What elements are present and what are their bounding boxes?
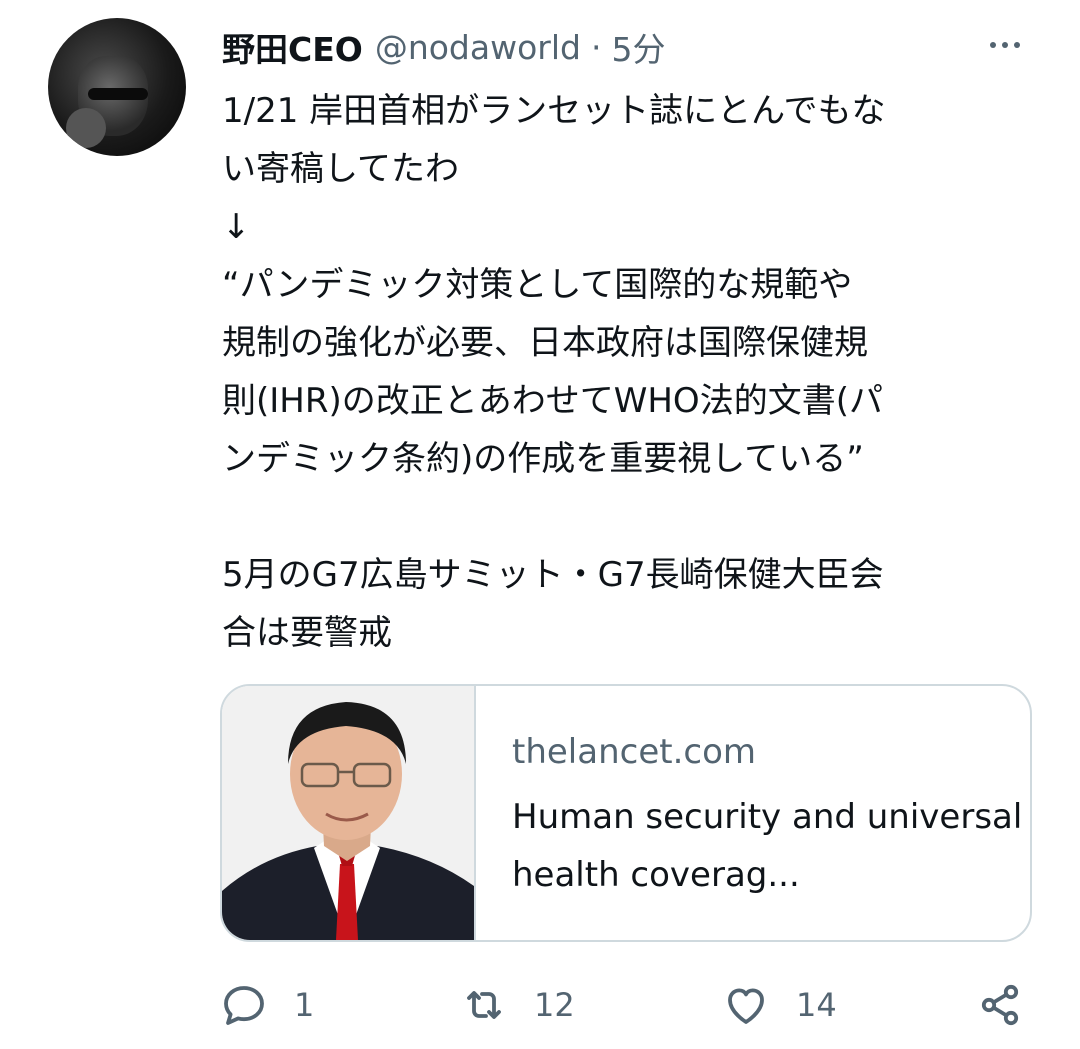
card-body: thelancet.com Human security and univers… — [476, 686, 1030, 940]
avatar[interactable] — [48, 18, 186, 156]
heart-icon — [728, 988, 764, 1024]
retweet-icon — [467, 991, 501, 1019]
card-title: Human security and universal health cove… — [512, 797, 1023, 895]
like-count: 14 — [796, 986, 837, 1024]
card-domain: thelancet.com — [512, 732, 756, 772]
share-icon — [981, 984, 1019, 1026]
share-button[interactable] — [976, 975, 1024, 1035]
more-icon — [990, 42, 996, 48]
header-separator: · — [590, 27, 602, 67]
reply-icon — [224, 986, 264, 1025]
like-button[interactable]: 14 — [722, 975, 837, 1035]
author-handle[interactable]: @nodaworld — [375, 28, 581, 67]
card-thumbnail — [222, 686, 476, 940]
tweet-timestamp[interactable]: 5分 — [611, 23, 665, 71]
reply-button[interactable]: 1 — [220, 975, 314, 1035]
tweet-text: 1/21 岸田首相がランセット誌にとんでもな い寄稿してたわ ↓ “パンデミック… — [222, 91, 886, 653]
link-card[interactable]: thelancet.com Human security and univers… — [220, 684, 1032, 942]
card-portrait-image — [222, 686, 474, 940]
author-name[interactable]: 野田CEO — [222, 23, 363, 71]
avatar-hand — [66, 108, 106, 148]
retweet-count: 12 — [534, 986, 575, 1024]
tweet-actions: 1 12 14 — [220, 975, 1040, 1035]
tweet-header: 野田CEO @nodaworld · 5分 — [222, 22, 665, 72]
reply-count: 1 — [294, 986, 315, 1024]
more-options-button[interactable] — [982, 30, 1028, 60]
avatar-sunglasses — [88, 88, 148, 100]
retweet-button[interactable]: 12 — [460, 975, 575, 1035]
